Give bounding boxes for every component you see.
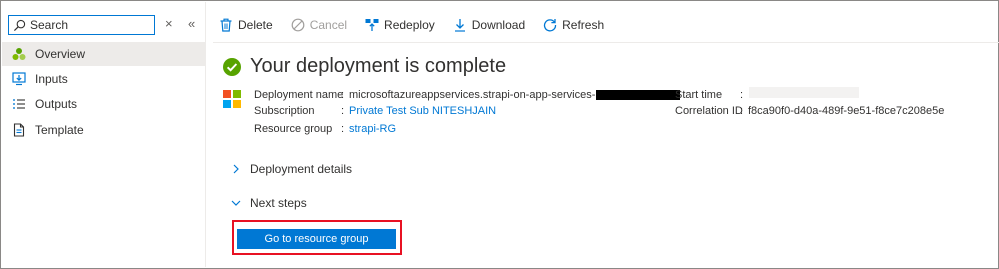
cancel-icon <box>291 18 305 32</box>
deployment-overview-window: Search × « Overview Inputs Outputs Templ… <box>0 0 999 269</box>
refresh-icon <box>543 18 557 32</box>
sidebar-item-inputs[interactable]: Inputs <box>2 67 205 91</box>
download-icon <box>453 18 467 32</box>
page-title: Your deployment is complete <box>250 55 507 77</box>
redacted-block <box>596 90 681 101</box>
redeploy-button[interactable]: Redeploy <box>365 18 435 32</box>
search-input[interactable]: Search <box>8 15 155 35</box>
sidebar-item-label: Inputs <box>35 72 68 86</box>
status-header: Your deployment is complete <box>223 55 506 78</box>
refresh-button[interactable]: Refresh <box>543 18 604 32</box>
deployment-details-label: Deployment details <box>250 162 353 176</box>
toolbar-divider <box>213 42 999 43</box>
clear-search-button[interactable]: × <box>165 16 173 31</box>
colon: : <box>740 89 744 101</box>
deployment-details-toggle[interactable]: Deployment details <box>231 162 352 176</box>
colon: : <box>341 105 345 117</box>
download-label: Download <box>471 18 526 32</box>
start-time-label: Start time <box>675 89 723 101</box>
inputs-icon <box>11 71 27 87</box>
redeploy-label: Redeploy <box>384 18 435 32</box>
resource-group-link[interactable]: strapi-RG <box>349 123 396 135</box>
microsoft-logo-icon <box>223 90 241 108</box>
overview-icon <box>11 46 27 62</box>
resource-group-label: Resource group <box>254 123 333 135</box>
sidebar-item-overview[interactable]: Overview <box>2 42 205 66</box>
download-button[interactable]: Download <box>453 18 525 32</box>
subscription-label: Subscription <box>254 105 315 117</box>
sidebar-item-label: Outputs <box>35 97 78 111</box>
search-placeholder: Search <box>30 18 69 32</box>
next-steps-toggle[interactable]: Next steps <box>231 196 307 210</box>
success-check-icon <box>223 57 241 76</box>
redeploy-icon <box>365 18 379 32</box>
colon: : <box>740 105 744 117</box>
subscription-link[interactable]: Private Test Sub NITESHJAIN <box>349 105 496 117</box>
colon: : <box>341 89 345 101</box>
sidebar-item-label: Template <box>35 123 84 137</box>
refresh-label: Refresh <box>562 18 605 32</box>
deployment-name-label: Deployment name <box>254 89 344 101</box>
collapse-sidebar-button[interactable]: « <box>188 16 195 31</box>
deployment-name-value: microsoftazureappservices.strapi-on-app-… <box>349 89 681 101</box>
cancel-label: Cancel <box>309 18 348 32</box>
chevron-right-icon <box>233 164 239 174</box>
trash-icon <box>219 18 233 32</box>
sidebar-item-template[interactable]: Template <box>2 118 205 142</box>
chevron-down-icon <box>231 200 241 206</box>
delete-button[interactable]: Delete <box>219 18 273 32</box>
correlation-id-label: Correlation ID <box>675 105 743 117</box>
template-icon <box>11 122 27 138</box>
go-to-resource-group-button[interactable]: Go to resource group <box>237 229 396 249</box>
command-bar: Delete Cancel Redeploy Download Refresh <box>219 11 622 39</box>
cancel-button[interactable]: Cancel <box>291 18 347 32</box>
colon: : <box>341 123 345 135</box>
redacted-start-time <box>749 87 859 98</box>
sidebar-item-outputs[interactable]: Outputs <box>2 92 205 116</box>
correlation-id-value: f8ca90f0-d40a-489f-9e51-f8ce7c208e5e <box>748 105 945 117</box>
delete-label: Delete <box>238 18 273 32</box>
search-icon <box>13 19 26 31</box>
sidebar: Search × « Overview Inputs Outputs Templ… <box>2 2 206 267</box>
next-steps-label: Next steps <box>250 196 307 210</box>
outputs-icon <box>11 96 27 112</box>
sidebar-item-label: Overview <box>35 47 86 61</box>
